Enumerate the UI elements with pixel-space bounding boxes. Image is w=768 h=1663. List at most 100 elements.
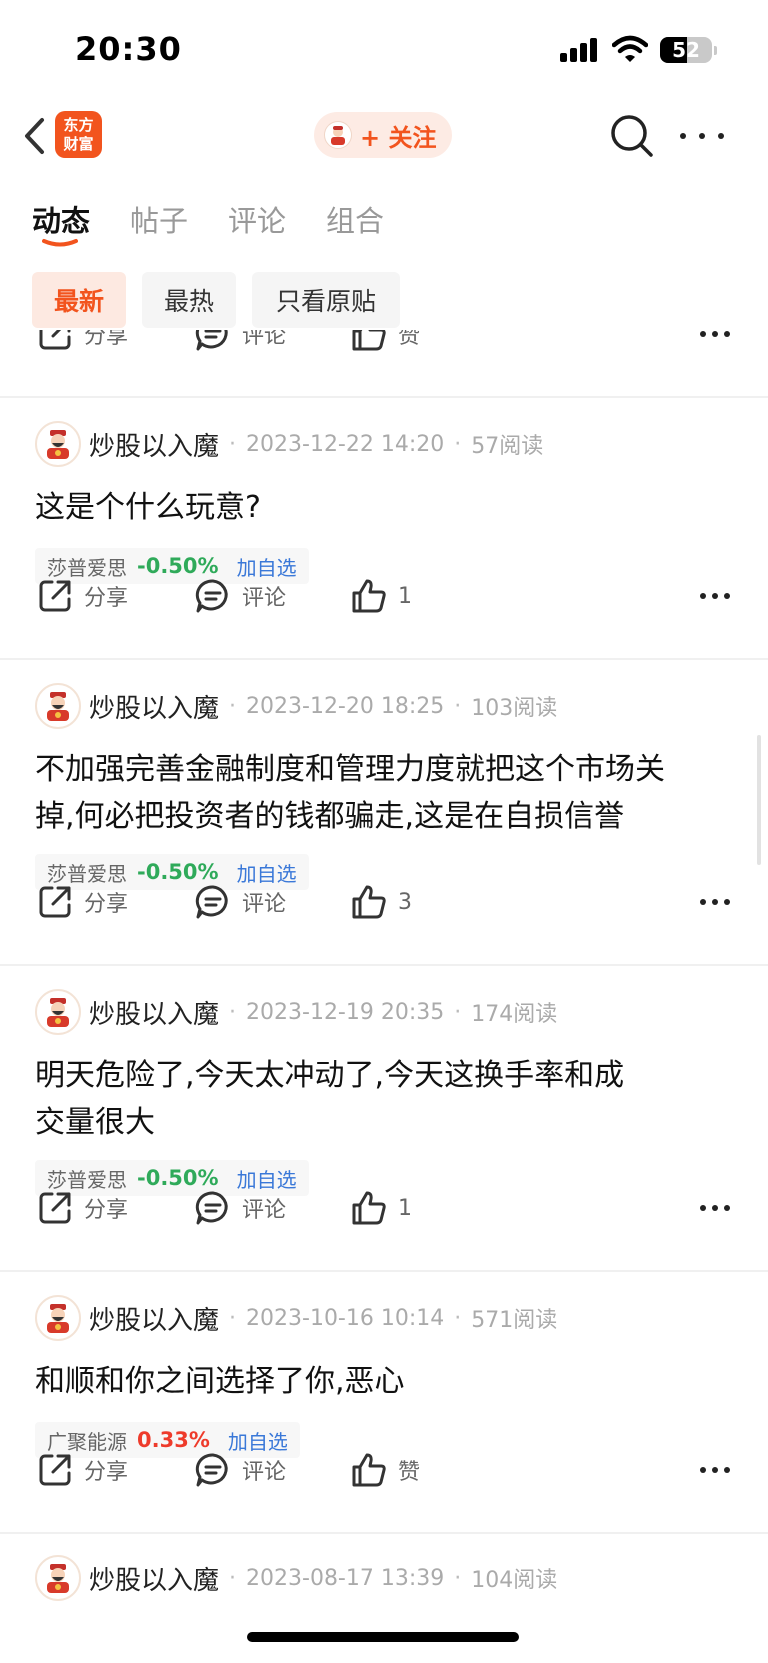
tab-portfolio[interactable]: 组合 [326,198,384,240]
post-header: 炒股以入魔 · 2023-08-17 13:39 · 104阅读 [35,1554,557,1602]
post-time: 2023-10-16 10:14 [246,1305,445,1331]
more-menu-button[interactable] [680,118,724,154]
filter-original-only[interactable]: 只看原贴 [252,272,400,328]
post-more-button[interactable] [700,896,730,908]
share-icon [39,330,71,350]
divider [0,964,768,966]
share-icon [39,886,71,918]
tab-posts[interactable]: 帖子 [130,198,188,240]
user-avatar-icon [324,121,352,149]
post-actions: 分享 评论 赞 [0,330,768,362]
post-actions: 分享 评论 1 [0,568,768,624]
chevron-left-icon [25,118,44,154]
thumbs-up-icon [352,1191,386,1225]
app-logo[interactable]: 东方 财富 [55,111,102,158]
share-button[interactable]: 分享 [36,568,128,624]
scrollbar[interactable] [757,735,761,865]
thumbs-up-icon [352,885,386,919]
post-actions: 分享 评论 3 [0,874,768,930]
like-count: 1 [398,583,412,609]
divider [0,396,768,398]
comment-icon [195,1453,228,1487]
like-count: 1 [398,1195,412,1221]
post-more-button[interactable] [700,1202,730,1214]
post-header: 炒股以入魔 · 2023-12-22 14:20 · 57阅读 [35,420,543,468]
battery-level: 52 [672,38,700,62]
divider [0,1532,768,1534]
post-more-button[interactable] [700,590,730,602]
share-button[interactable]: 分享 [36,1180,128,1236]
author-name[interactable]: 炒股以入魔 [89,688,219,725]
caishen-avatar-icon [47,692,69,721]
post-time: 2023-12-19 20:35 [246,999,445,1025]
active-tab-indicator [42,239,78,247]
post-more-button[interactable] [700,1464,730,1476]
avatar[interactable] [35,1555,81,1601]
author-name[interactable]: 炒股以入魔 [89,426,219,463]
like-button[interactable]: 赞 [350,1442,420,1498]
post-header: 炒股以入魔 · 2023-12-19 20:35 · 174阅读 [35,988,557,1036]
caishen-avatar-icon [47,1304,69,1333]
post-feed: 分享 评论 赞 炒股以入魔 · 2023-12-22 14:20 · 57阅读 … [0,330,768,1663]
nav-bar: 东方 财富 + 关注 [0,100,768,172]
avatar[interactable] [35,683,81,729]
follow-label: + 关注 [360,123,437,152]
post-content[interactable]: 明天危险了,今天太冲动了,今天这换手率和成 交量很大 [35,1052,735,1146]
status-time: 20:30 [75,30,182,68]
back-button[interactable] [16,114,52,158]
thumbs-up-icon [352,1453,386,1487]
divider [0,658,768,660]
comment-button[interactable]: 评论 [194,874,286,930]
filter-bar: 最新 最热 只看原贴 [0,272,768,328]
battery-icon: 52 [660,37,712,63]
follow-button[interactable]: + 关注 [314,112,452,158]
like-count: 赞 [398,1460,421,1485]
post-more-button[interactable] [700,330,730,340]
comment-button[interactable]: 评论 [194,1442,286,1498]
cellular-signal-icon [560,38,600,62]
tab-dynamics[interactable]: 动态 [32,198,90,240]
author-name[interactable]: 炒股以入魔 [89,1300,219,1337]
post-time: 2023-12-20 18:25 [246,693,445,719]
filter-latest[interactable]: 最新 [32,272,126,328]
post-actions: 分享 评论 赞 [0,1442,768,1498]
tab-comments[interactable]: 评论 [228,198,286,240]
like-count: 3 [398,889,412,915]
share-icon [39,1454,71,1486]
read-count: 104阅读 [471,1568,558,1593]
like-button[interactable]: 赞 [350,330,420,362]
home-indicator[interactable] [247,1632,519,1642]
comment-button[interactable]: 评论 [194,1180,286,1236]
post-time: 2023-12-22 14:20 [246,431,445,457]
share-icon [39,1192,71,1224]
divider [0,1270,768,1272]
share-button[interactable]: 分享 [36,1442,128,1498]
post-content[interactable]: 不加强完善金融制度和管理力度就把这个市场关 掉,何必把投资者的钱都骗走,这是在自… [35,746,735,840]
share-icon [39,580,71,612]
read-count: 103阅读 [471,696,558,721]
comment-icon [195,885,228,919]
share-button[interactable]: 分享 [36,330,128,362]
profile-tabs: 动态 帖子 评论 组合 [0,190,768,250]
wifi-icon [612,35,648,62]
share-button[interactable]: 分享 [36,874,128,930]
comment-button[interactable]: 评论 [194,330,286,362]
author-name[interactable]: 炒股以入魔 [89,994,219,1031]
author-name[interactable]: 炒股以入魔 [89,1560,219,1597]
comment-icon [195,330,228,351]
read-count: 57阅读 [471,434,544,459]
filter-hot[interactable]: 最热 [142,272,236,328]
avatar[interactable] [35,1295,81,1341]
search-icon[interactable] [608,112,656,160]
like-button[interactable]: 1 [350,1180,412,1236]
like-button[interactable]: 1 [350,568,412,624]
comment-button[interactable]: 评论 [194,568,286,624]
read-count: 571阅读 [471,1308,558,1333]
post-header: 炒股以入魔 · 2023-12-20 18:25 · 103阅读 [35,682,557,730]
avatar[interactable] [35,989,81,1035]
like-button[interactable]: 3 [350,874,412,930]
avatar[interactable] [35,421,81,467]
post-content[interactable]: 这是个什么玩意? [35,484,735,531]
post-content[interactable]: 和顺和你之间选择了你,恶心 [35,1358,735,1405]
thumbs-up-icon [352,579,386,613]
